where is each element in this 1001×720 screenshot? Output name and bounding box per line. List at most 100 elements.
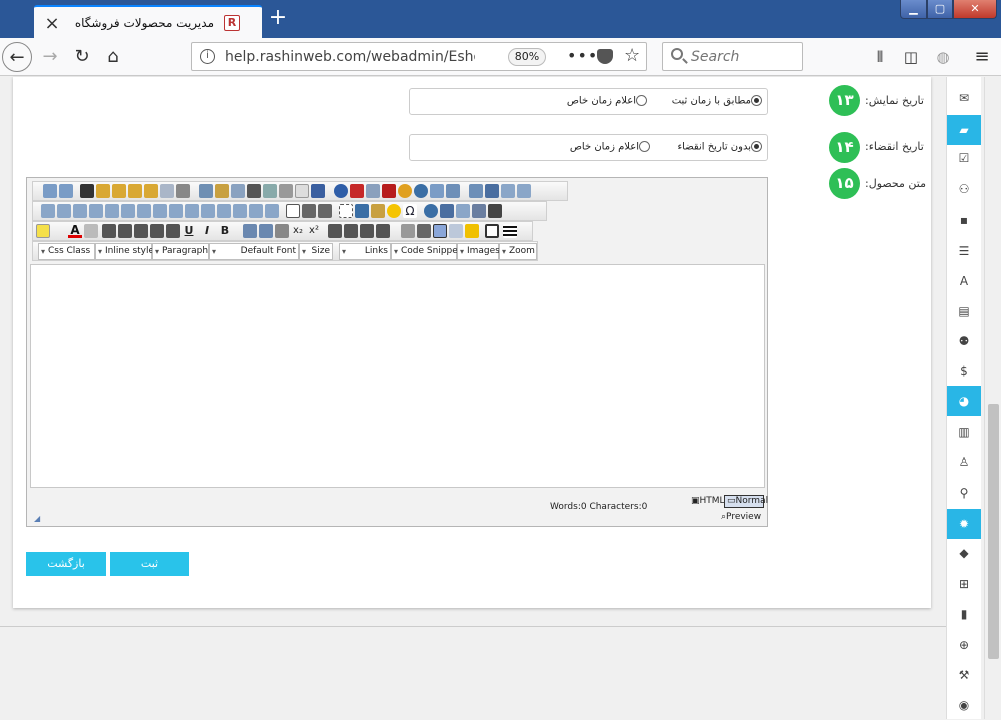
find-icon[interactable] [247, 184, 261, 198]
insert-col-left-icon[interactable] [121, 204, 135, 218]
bookmark-star-icon[interactable]: ☆ [624, 45, 640, 66]
redo-icon[interactable] [43, 184, 57, 198]
search-box[interactable] [662, 42, 803, 71]
tab-close-icon[interactable]: × [42, 13, 62, 34]
sidebar-sitemap-icon[interactable]: ⚇ [947, 174, 981, 204]
select-all-icon[interactable] [417, 224, 431, 238]
images-dropdown[interactable]: Images [457, 243, 500, 260]
sidebar-dollar-icon[interactable]: $ [947, 356, 981, 386]
sidebar-bar-chart-icon[interactable]: ▥ [947, 417, 981, 447]
justify-full-icon[interactable] [118, 224, 132, 238]
sidebar-checkbox-icon[interactable]: ☑ [947, 143, 981, 173]
insert-row-above-icon[interactable] [73, 204, 87, 218]
template-icon[interactable] [469, 184, 483, 198]
css-class-dropdown[interactable]: Css Class [38, 243, 95, 260]
bullet-list-icon[interactable] [360, 224, 374, 238]
sidebar-lock-icon[interactable]: ▪ [947, 205, 981, 235]
insert-form-icon[interactable] [371, 204, 385, 218]
sidebar-font-icon[interactable]: A [947, 266, 981, 296]
back-arrow-icon[interactable]: ← [2, 42, 32, 72]
edit-image-icon[interactable] [430, 184, 444, 198]
absolute-position-icon[interactable] [355, 204, 369, 218]
forward-arrow-icon[interactable]: → [35, 42, 65, 72]
resize-grip-icon[interactable]: ◢ [34, 514, 40, 523]
inline-style-dropdown[interactable]: Inline style [95, 243, 154, 260]
link-icon[interactable] [517, 184, 531, 198]
table-properties-icon[interactable] [265, 204, 279, 218]
sidebar-windows-icon[interactable]: ⊞ [947, 569, 981, 599]
sidebar-zoom-icon[interactable]: ⊕ [947, 630, 981, 660]
underline-icon[interactable]: U [182, 224, 196, 238]
sidebar-list-icon[interactable]: ☰ [947, 236, 981, 266]
sidebar-wrench-icon[interactable]: ⚒ [947, 660, 981, 690]
strikethrough-icon[interactable] [102, 224, 116, 238]
merge-right-icon[interactable] [201, 204, 215, 218]
paragraph-mark-icon[interactable] [302, 204, 316, 218]
close-window-button[interactable]: ✕ [953, 0, 997, 19]
radio-display-date-default[interactable] [751, 95, 762, 106]
new-document-icon[interactable] [295, 184, 309, 198]
preview-mode-button[interactable]: ⌕Preview [721, 512, 761, 522]
sidebar-pie-chart-icon[interactable]: ◕ [947, 386, 981, 416]
pocket-icon[interactable] [597, 49, 613, 64]
show-details-icon[interactable] [449, 224, 463, 238]
undo-icon[interactable] [59, 184, 73, 198]
page-scrollbar[interactable] [984, 77, 1001, 719]
help-icon[interactable] [334, 184, 348, 198]
links-dropdown[interactable]: Links [339, 243, 391, 260]
align-left-icon[interactable] [166, 224, 180, 238]
insert-date-icon[interactable] [424, 204, 438, 218]
bold-icon[interactable]: B [218, 224, 232, 238]
insert-box-icon[interactable] [286, 204, 300, 218]
spellcheck-icon[interactable] [199, 184, 213, 198]
delete-icon[interactable] [80, 184, 94, 198]
home-icon[interactable]: ⌂ [98, 42, 128, 72]
sidebar-settings-icon[interactable]: ✹ [947, 509, 981, 539]
split-cells-icon[interactable] [185, 204, 199, 218]
minimize-button[interactable]: ▁ [900, 0, 927, 19]
align-center-icon[interactable] [150, 224, 164, 238]
table-row-icon[interactable] [41, 204, 55, 218]
merge-down-icon[interactable] [217, 204, 231, 218]
superscript-icon[interactable]: x² [307, 224, 321, 238]
expire-date-option-1[interactable]: بدون تاریخ انقضاء [677, 141, 762, 153]
html-mode-button[interactable]: ▣HTML [691, 496, 725, 506]
save-icon[interactable] [311, 184, 325, 198]
new-tab-button[interactable]: + [266, 5, 290, 33]
delete-row-icon[interactable] [105, 204, 119, 218]
print-preview-icon[interactable] [279, 184, 293, 198]
template-gallery-icon[interactable] [488, 204, 502, 218]
globe-icon[interactable]: ◍ [931, 45, 955, 69]
paste-html-icon[interactable] [144, 184, 158, 198]
zoom-level[interactable]: 80% [508, 48, 546, 66]
radio-expire-custom[interactable] [639, 141, 650, 152]
paragraph-dropdown[interactable]: Paragraph [152, 243, 209, 260]
copy-icon[interactable] [160, 184, 174, 198]
sidebar-stamp-icon[interactable]: ♙ [947, 447, 981, 477]
numbered-list-icon[interactable] [376, 224, 390, 238]
font-dropdown[interactable]: Default Font [209, 243, 299, 260]
expire-date-option-2[interactable]: اعلام زمان خاص [570, 141, 650, 153]
highlight-icon[interactable] [465, 224, 479, 238]
document-icon[interactable] [414, 184, 428, 198]
unlink-icon[interactable] [501, 184, 515, 198]
sidebar-users-icon[interactable]: ⚉ [947, 326, 981, 356]
url-text[interactable]: help.rashinweb.com/webadmin/Eshop_Pr [225, 49, 475, 65]
media-icon[interactable] [366, 184, 380, 198]
pointer-icon[interactable] [401, 224, 415, 238]
sidebar-globe-icon[interactable]: ◉ [947, 690, 981, 720]
outdent-icon[interactable] [344, 224, 358, 238]
delete-col-icon[interactable] [153, 204, 167, 218]
back-button[interactable]: بازگشت [26, 552, 106, 576]
display-date-option-2[interactable]: اعلام زمان خاص [567, 95, 647, 107]
uppercase-icon[interactable] [243, 224, 257, 238]
radio-display-date-custom[interactable] [636, 95, 647, 106]
flash-icon[interactable] [398, 184, 412, 198]
special-char-icon[interactable]: Ω [403, 204, 417, 218]
insert-layer-icon[interactable] [339, 204, 353, 218]
indent-icon[interactable] [328, 224, 342, 238]
youtube-icon[interactable] [350, 184, 364, 198]
font-color-icon[interactable]: A [68, 224, 82, 238]
clean-format-icon[interactable] [215, 184, 229, 198]
scrollbar-thumb[interactable] [988, 404, 999, 659]
